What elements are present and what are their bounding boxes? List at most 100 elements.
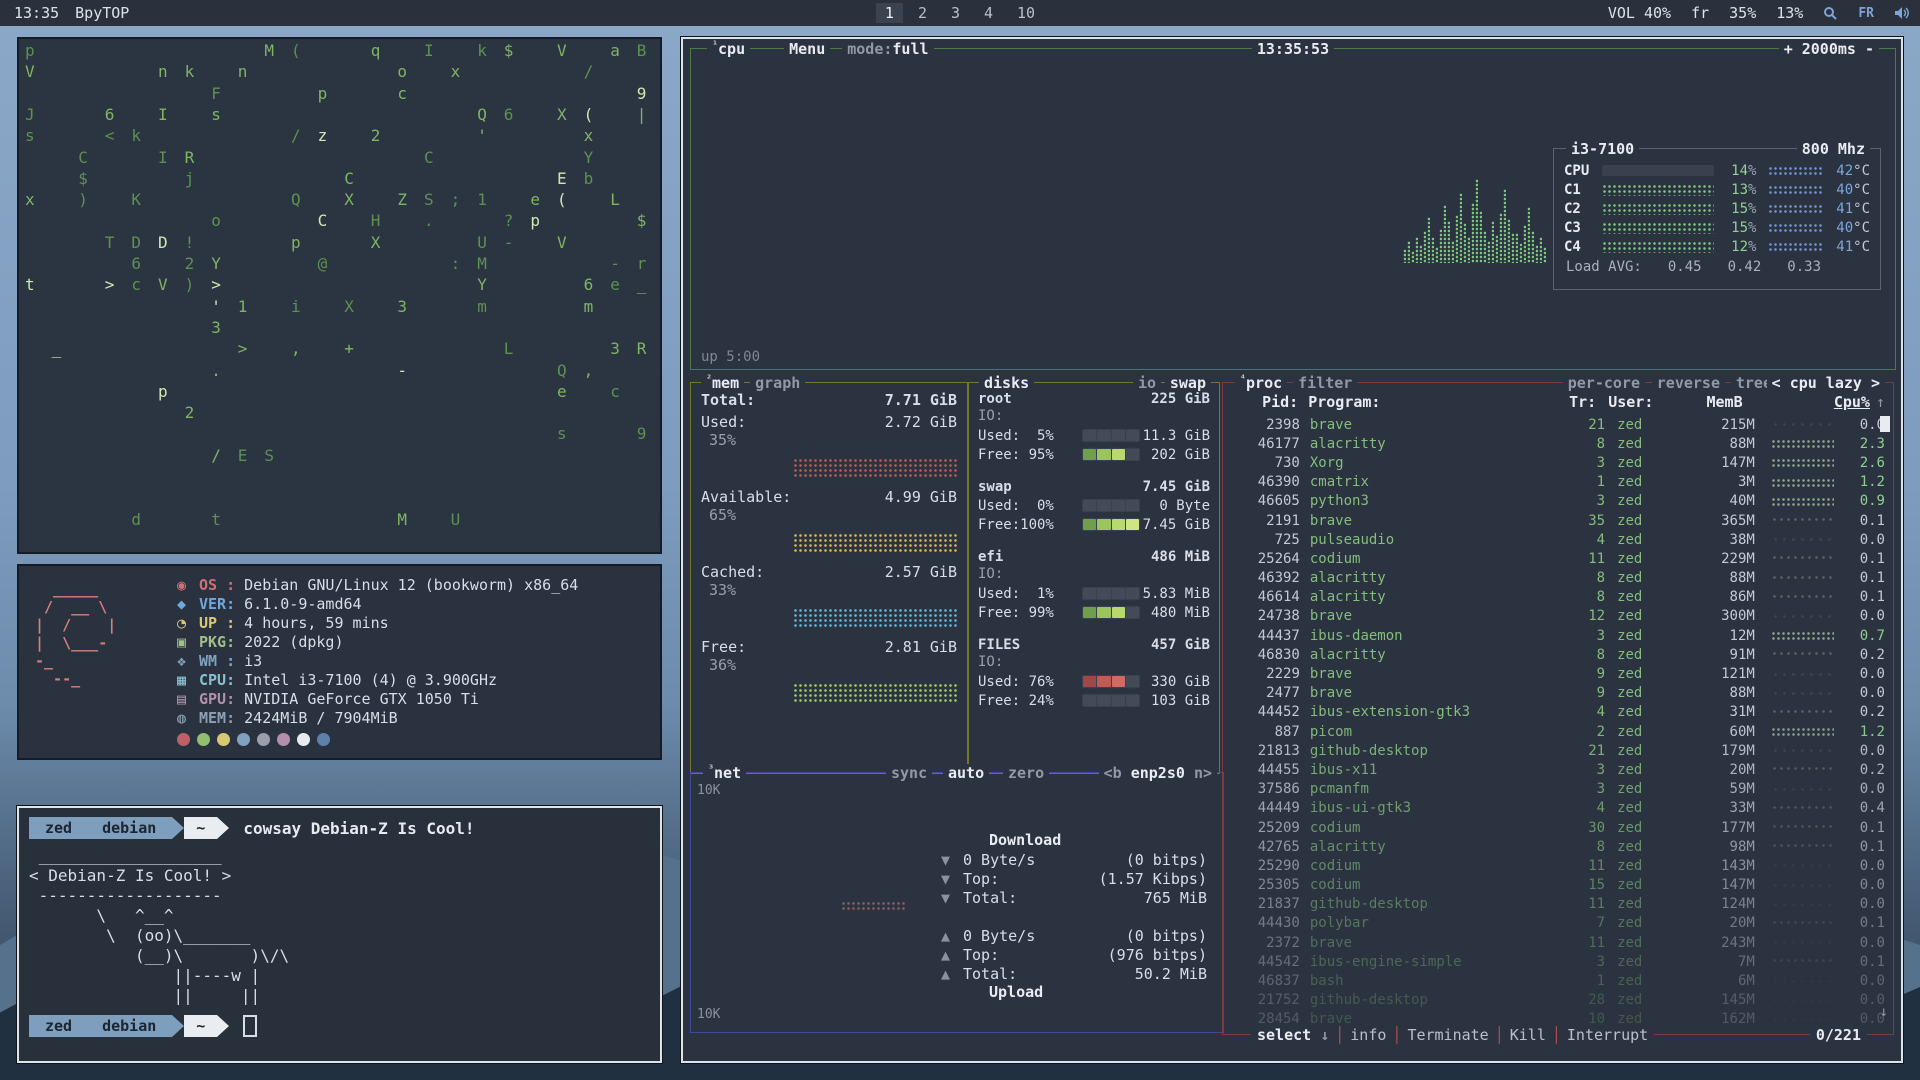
workspace-2[interactable]: 2 — [909, 3, 936, 23]
fetch-value: 2424MiB / 7904MiB — [235, 709, 398, 728]
process-row[interactable]: 25209codium30zed177M0.1 — [1223, 818, 1893, 837]
process-row[interactable]: 21837github-desktop11zed124M0.0 — [1223, 895, 1893, 914]
interrupt-button[interactable]: Interrupt — [1561, 1026, 1654, 1044]
sync-button[interactable]: sync — [886, 764, 932, 782]
workspace-4[interactable]: 4 — [975, 3, 1002, 23]
fetch-value: 6.1.0-9-amd64 — [235, 595, 361, 614]
interface-switcher[interactable]: <b enp2s0 n> — [1099, 764, 1217, 782]
cpu-graph-bar — [1475, 179, 1478, 263]
process-row[interactable]: 25290codium11zed143M0.0 — [1223, 856, 1893, 875]
col-memory[interactable]: MemB — [1675, 393, 1742, 411]
process-row[interactable]: 46392alacritty8zed88M0.1 — [1223, 569, 1893, 588]
process-row[interactable]: 25305codium15zed147M0.0 — [1223, 876, 1893, 895]
cpu-graph-bar — [1435, 247, 1438, 263]
matrix-char: : — [451, 256, 461, 272]
process-name: ibus-extension-gtk3 — [1310, 704, 1536, 720]
process-row[interactable]: 887picom2zed60M1.2 — [1223, 722, 1893, 741]
cpu-box-title[interactable]: ¹cpu — [707, 40, 750, 58]
workspace-10[interactable]: 10 — [1008, 3, 1044, 23]
terminate-button[interactable]: Terminate — [1401, 1026, 1494, 1044]
cpu-graph-bar — [1495, 235, 1498, 263]
prompt-line[interactable]: zed debian ~ — [29, 1014, 650, 1038]
disks-tab[interactable]: disks — [979, 374, 1034, 392]
cowsay-terminal[interactable]: zed debian ~ cowsay Debian-Z Is Cool! __… — [17, 806, 662, 1063]
matrix-char: 2 — [371, 128, 381, 144]
process-row[interactable]: 46837bash1zed6M0.0 — [1223, 971, 1893, 990]
process-row[interactable]: 44542ibus-engine-simple3zed7M0.1 — [1223, 952, 1893, 971]
process-row[interactable]: 24738brave12zed300M0.0 — [1223, 607, 1893, 626]
scroll-down-icon[interactable]: ↓ — [1880, 1004, 1888, 1020]
mode-toggle[interactable]: mode:full — [842, 40, 933, 58]
col-program[interactable]: Program: — [1308, 393, 1529, 411]
wm-icon: ❖ — [177, 652, 199, 671]
col-pid[interactable]: Pid: — [1231, 393, 1298, 411]
fetch-info-line: ▤GPU: NVIDIA GeForce GTX 1050 Ti — [177, 690, 578, 709]
process-row[interactable]: 46605python33zed40M0.9 — [1223, 492, 1893, 511]
reverse-toggle[interactable]: reverse — [1652, 374, 1725, 392]
matrix-char: B — [637, 43, 647, 59]
volume-indicator[interactable]: VOL 40% — [1608, 4, 1671, 22]
process-row[interactable]: 44452ibus-extension-gtk34zed31M0.2 — [1223, 703, 1893, 722]
process-row[interactable]: 44437ibus-daemon3zed12M0.7 — [1223, 626, 1893, 645]
zero-button[interactable]: zero — [1003, 764, 1049, 782]
swap-tab[interactable]: swap — [1165, 374, 1211, 392]
process-cpu-graph — [1771, 516, 1834, 525]
per-core-toggle[interactable]: per-core — [1563, 374, 1645, 392]
process-row[interactable]: 2372brave11zed243M0.0 — [1223, 933, 1893, 952]
col-cpu[interactable]: Cpu% — [1820, 393, 1870, 411]
process-memory: 7M — [1686, 954, 1755, 970]
process-row[interactable]: 730Xorg3zed147M2.6 — [1223, 453, 1893, 472]
fetch-label: VER: — [199, 595, 235, 614]
sort-selector[interactable]: < cpu lazy > — [1767, 374, 1885, 392]
io-tab[interactable]: io — [1133, 374, 1161, 392]
process-row[interactable]: 2398brave21zed215M0.0 — [1223, 415, 1893, 434]
process-row[interactable]: 725pulseaudio4zed38M0.0 — [1223, 530, 1893, 549]
process-threads: 12 — [1536, 608, 1605, 624]
workspace-3[interactable]: 3 — [942, 3, 969, 23]
matrix-char: 6 — [584, 277, 594, 293]
info-button[interactable]: info — [1344, 1026, 1392, 1044]
magnifier-icon[interactable] — [1823, 6, 1838, 21]
process-row[interactable]: 2229brave9zed121M0.0 — [1223, 664, 1893, 683]
auto-button[interactable]: auto — [943, 764, 989, 782]
process-user: zed — [1617, 474, 1686, 490]
process-row[interactable]: 42765alacritty8zed98M0.1 — [1223, 837, 1893, 856]
process-row[interactable]: 25264codium11zed229M0.1 — [1223, 549, 1893, 568]
process-row[interactable]: 37586pcmanfm3zed59M0.0 — [1223, 780, 1893, 799]
process-pid: 21752 — [1231, 992, 1300, 1008]
process-row[interactable]: 21752github-desktop28zed145M0.0 — [1223, 991, 1893, 1010]
process-row[interactable]: 46177alacritty8zed88M2.3 — [1223, 434, 1893, 453]
terminal-cursor[interactable] — [243, 1015, 257, 1037]
process-row[interactable]: 2477brave9zed88M0.0 — [1223, 684, 1893, 703]
col-threads[interactable]: Tr: — [1529, 393, 1596, 411]
bpytop-window[interactable]: ¹cpu Menu mode:full 13:35:53 + 2000ms - … — [681, 37, 1903, 1063]
process-row[interactable]: 21813github-desktop21zed179M0.0 — [1223, 741, 1893, 760]
process-row[interactable]: 46614alacritty8zed86M0.1 — [1223, 588, 1893, 607]
process-row[interactable]: 44430polybar7zed20M0.1 — [1223, 914, 1893, 933]
workspace-1[interactable]: 1 — [876, 3, 903, 23]
cmatrix-terminal[interactable]: pM(qIk$VaBVnknox/Fpc9J6IsQ6X(|s<k/z2'xCI… — [17, 37, 662, 554]
select-button[interactable]: select ↓ — [1251, 1026, 1335, 1044]
fetch-info-panel: ◉OS : Debian GNU/Linux 12 (bookworm) x86… — [163, 576, 578, 748]
interval-control[interactable]: + 2000ms - — [1779, 40, 1879, 58]
menu-button[interactable]: Menu — [784, 40, 830, 58]
fetch-art: _____ / __ \| / || \___--_ --_ — [35, 576, 163, 748]
fetch-terminal[interactable]: _____ / __ \| / || \___--_ --_ ◉OS : Deb… — [17, 564, 662, 760]
graph-tab[interactable]: graph — [750, 374, 805, 392]
scrollbar-thumb[interactable] — [1880, 416, 1890, 432]
kill-button[interactable]: Kill — [1504, 1026, 1552, 1044]
matrix-char: V — [557, 43, 567, 59]
process-pid: 44542 — [1231, 954, 1300, 970]
process-row[interactable]: 46830alacritty8zed91M0.2 — [1223, 645, 1893, 664]
core-mini-graph — [1602, 222, 1714, 234]
process-row[interactable]: 46390cmatrix1zed3M1.2 — [1223, 473, 1893, 492]
col-user[interactable]: User: — [1608, 393, 1675, 411]
core-mini-graph — [1602, 241, 1714, 253]
mem-meter — [793, 458, 957, 479]
filter-button[interactable]: filter — [1293, 374, 1357, 392]
process-row[interactable]: 44449ibus-ui-gtk34zed33M0.4 — [1223, 799, 1893, 818]
process-row[interactable]: 2191brave35zed365M0.1 — [1223, 511, 1893, 530]
keyboard-layout[interactable]: FR — [1858, 6, 1874, 21]
process-row[interactable]: 44455ibus-x113zed20M0.2 — [1223, 760, 1893, 779]
speaker-icon[interactable] — [1894, 6, 1910, 20]
